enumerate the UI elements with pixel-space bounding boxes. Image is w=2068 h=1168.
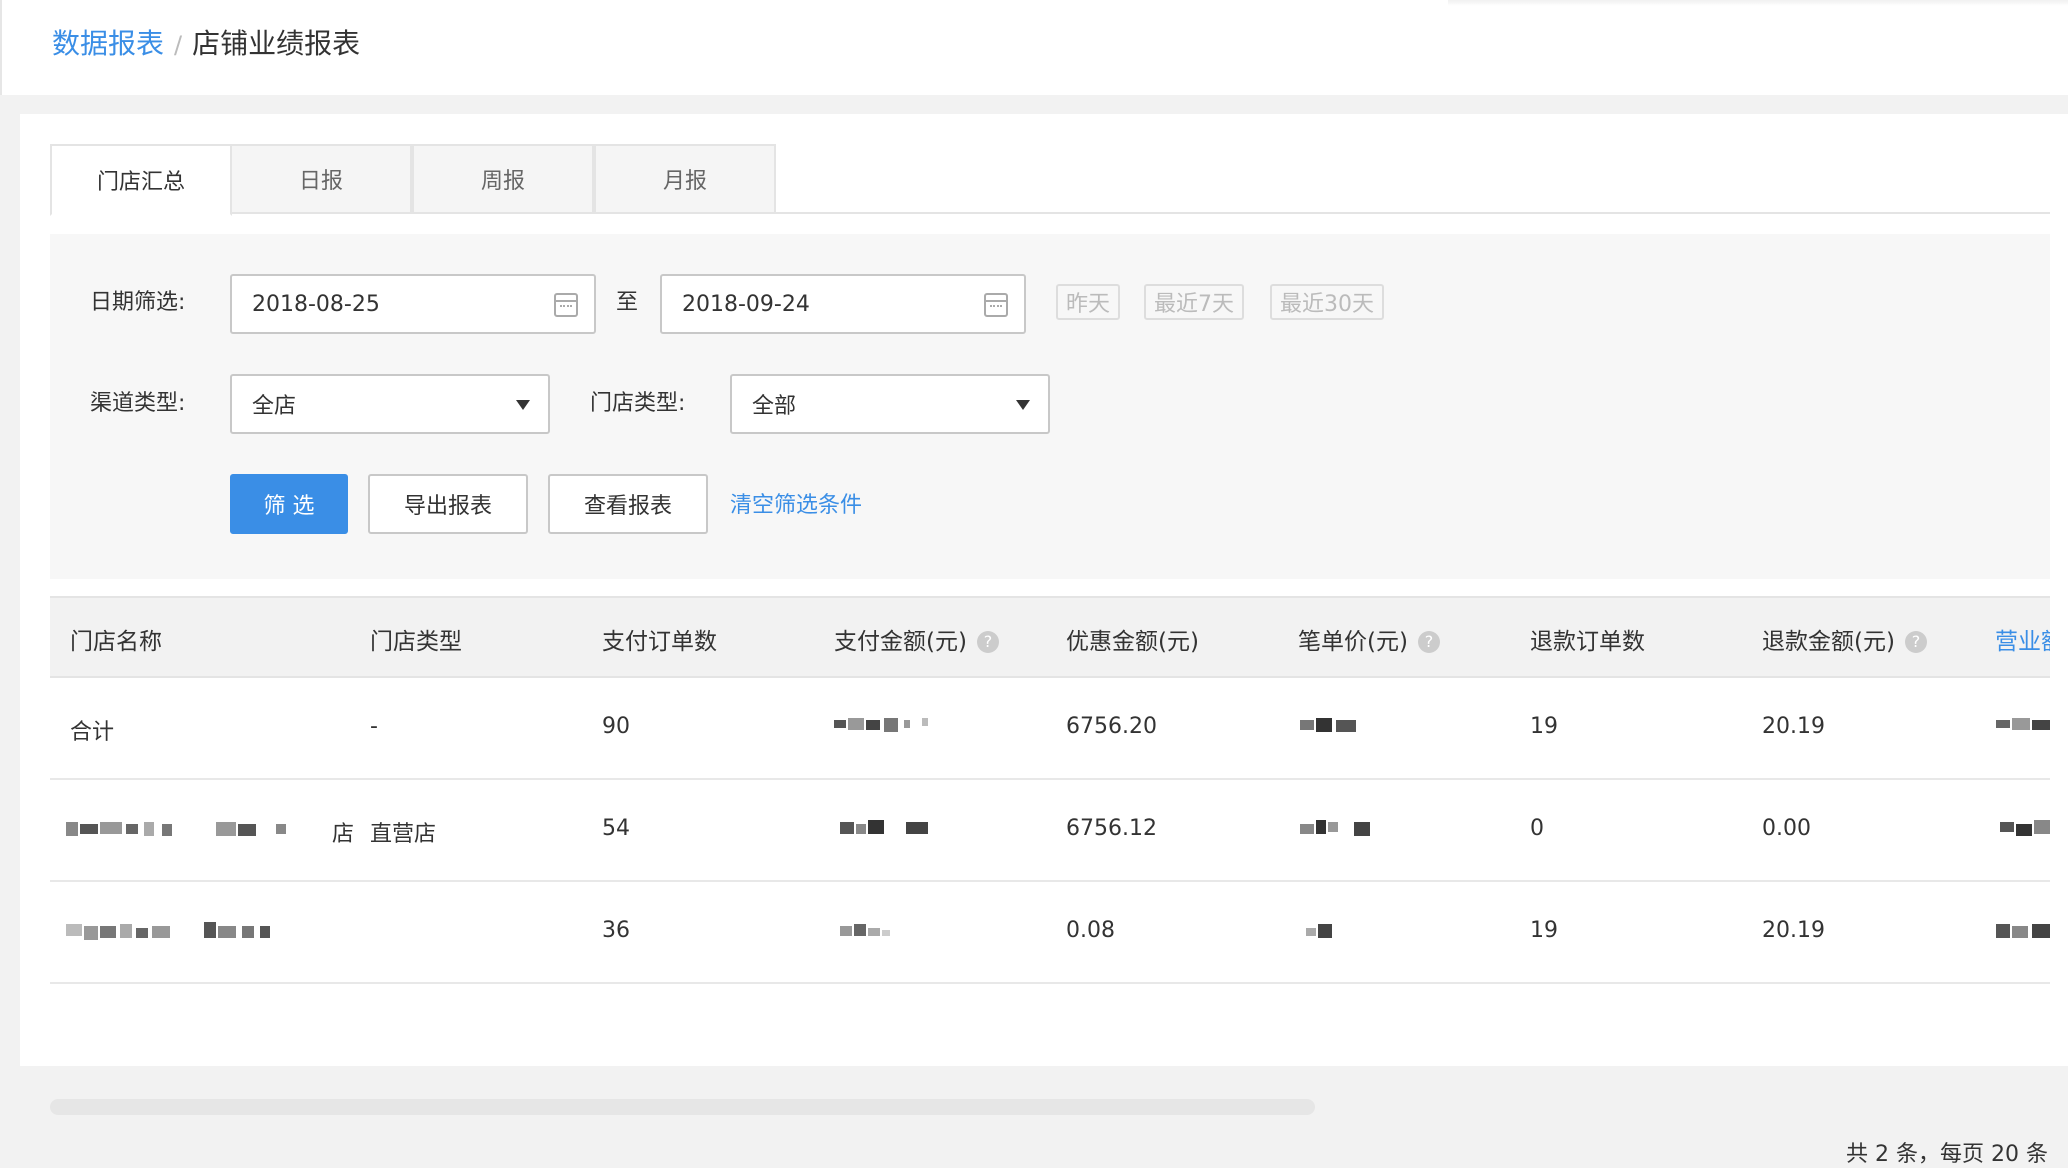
cell-store-type: - bbox=[370, 714, 378, 739]
top-shadow bbox=[1448, 0, 2068, 6]
column-header-paid-orders: 支付订单数 bbox=[602, 629, 717, 655]
redacted-paid-amount bbox=[834, 718, 928, 732]
help-icon[interactable]: ? bbox=[1417, 631, 1440, 653]
channel-type-select[interactable]: 全店 bbox=[230, 374, 550, 434]
cell-discount: 6756.12 bbox=[1066, 816, 1157, 841]
horizontal-scrollbar[interactable] bbox=[50, 1099, 1315, 1115]
breadcrumb-separator: / bbox=[174, 31, 183, 59]
top-bar: 数据报表 / 店铺业绩报表 bbox=[0, 0, 2068, 95]
column-header-revenue[interactable]: 营业额 bbox=[1995, 622, 2050, 656]
channel-type-label: 渠道类型: bbox=[90, 391, 186, 416]
column-header-refund-orders: 退款订单数 bbox=[1530, 629, 1645, 655]
pagination-summary: 共 2 条，每页 20 条 bbox=[1846, 1142, 2048, 1167]
calendar-icon[interactable] bbox=[984, 293, 1008, 317]
redacted-paid-amount bbox=[840, 820, 928, 834]
redacted-revenue bbox=[2000, 820, 2050, 836]
report-table: 门店名称 门店类型 支付订单数 支付金额(元)? 优惠金额(元) 笔单价(元)?… bbox=[50, 596, 2050, 998]
table-row-total: 合计 - 90 6756.20 19 20.19 bbox=[50, 678, 2050, 780]
cell-refund-amount: 20.19 bbox=[1762, 918, 1825, 943]
cell-paid-orders: 90 bbox=[602, 714, 630, 739]
redacted-paid-amount bbox=[840, 924, 890, 936]
redacted-revenue bbox=[1996, 718, 2050, 730]
cell-discount: 0.08 bbox=[1066, 918, 1115, 943]
view-report-button[interactable]: 查看报表 bbox=[548, 474, 708, 534]
date-to-label: 至 bbox=[616, 290, 639, 315]
calendar-icon[interactable] bbox=[554, 293, 578, 317]
cell-discount: 6756.20 bbox=[1066, 714, 1157, 739]
column-header-label: 退款金额(元) bbox=[1762, 629, 1895, 655]
redacted-store-name bbox=[66, 822, 286, 836]
breadcrumb: 数据报表 / 店铺业绩报表 bbox=[52, 26, 360, 63]
cell-paid-orders: 36 bbox=[602, 918, 630, 943]
main-panel: 门店汇总 日报 周报 月报 日期筛选: 2018-08-25 至 2018-09… bbox=[20, 114, 2068, 1167]
caret-down-icon bbox=[516, 400, 530, 410]
clear-filters-link[interactable]: 清空筛选条件 bbox=[730, 487, 862, 519]
column-header-store-name: 门店名称 bbox=[70, 629, 162, 655]
redacted-store-name bbox=[66, 922, 270, 940]
store-type-select[interactable]: 全部 bbox=[730, 374, 1050, 434]
column-header-store-type: 门店类型 bbox=[370, 629, 462, 655]
column-header-label: 支付金额(元) bbox=[834, 629, 967, 655]
redacted-revenue bbox=[1996, 924, 2050, 938]
tab-daily[interactable]: 日报 bbox=[230, 144, 412, 214]
export-report-button[interactable]: 导出报表 bbox=[368, 474, 528, 534]
date-filter-label: 日期筛选: bbox=[90, 290, 186, 315]
store-type-label: 门店类型: bbox=[590, 391, 686, 416]
column-header-refund-amount: 退款金额(元)? bbox=[1762, 622, 1927, 656]
start-date-input[interactable]: 2018-08-25 bbox=[230, 274, 596, 334]
column-header-paid-amount: 支付金额(元)? bbox=[834, 622, 999, 656]
table-row: 36 0.08 19 20.19 bbox=[50, 882, 2050, 984]
cell-refund-orders: 19 bbox=[1530, 918, 1558, 943]
start-date-value: 2018-08-25 bbox=[252, 291, 380, 317]
cell-store-type: 直营店 bbox=[370, 822, 437, 847]
help-icon[interactable]: ? bbox=[976, 631, 999, 653]
end-date-input[interactable]: 2018-09-24 bbox=[660, 274, 1026, 334]
filter-button[interactable]: 筛 选 bbox=[230, 474, 348, 534]
end-date-value: 2018-09-24 bbox=[682, 291, 810, 317]
cell-refund-amount: 0.00 bbox=[1762, 816, 1811, 841]
quick-yesterday-button[interactable]: 昨天 bbox=[1056, 284, 1121, 320]
filter-panel: 日期筛选: 2018-08-25 至 2018-09-24 昨天 最近7天 最近… bbox=[50, 234, 2050, 579]
cell-store-name-suffix: 店 bbox=[332, 822, 355, 847]
redacted-avg-price bbox=[1300, 820, 1370, 836]
quick-7-days-button[interactable]: 最近7天 bbox=[1144, 284, 1244, 320]
column-header-label: 笔单价(元) bbox=[1298, 629, 1408, 655]
cell-store-name: 合计 bbox=[70, 720, 115, 745]
report-tabs: 门店汇总 日报 周报 月报 bbox=[50, 144, 2050, 216]
store-type-value: 全部 bbox=[752, 394, 797, 419]
table-header: 门店名称 门店类型 支付订单数 支付金额(元)? 优惠金额(元) 笔单价(元)?… bbox=[50, 596, 2050, 678]
caret-down-icon bbox=[1016, 400, 1030, 410]
column-header-discount: 优惠金额(元) bbox=[1066, 629, 1199, 655]
redacted-avg-price bbox=[1306, 924, 1332, 938]
tab-store-summary[interactable]: 门店汇总 bbox=[50, 144, 232, 216]
tab-monthly[interactable]: 月报 bbox=[594, 144, 776, 214]
help-icon[interactable]: ? bbox=[1904, 631, 1927, 653]
column-header-avg-price: 笔单价(元)? bbox=[1298, 622, 1440, 656]
channel-type-value: 全店 bbox=[252, 394, 297, 419]
redacted-avg-price bbox=[1300, 718, 1356, 732]
breadcrumb-link-data-reports[interactable]: 数据报表 bbox=[52, 27, 164, 60]
cell-refund-orders: 19 bbox=[1530, 714, 1558, 739]
table-row: 店 直营店 54 6756.12 0 0.00 bbox=[50, 780, 2050, 882]
tab-weekly[interactable]: 周报 bbox=[412, 144, 594, 214]
page-title: 店铺业绩报表 bbox=[192, 27, 361, 60]
quick-30-days-button[interactable]: 最近30天 bbox=[1270, 284, 1384, 320]
cell-refund-amount: 20.19 bbox=[1762, 714, 1825, 739]
cell-refund-orders: 0 bbox=[1530, 816, 1544, 841]
cell-paid-orders: 54 bbox=[602, 816, 630, 841]
